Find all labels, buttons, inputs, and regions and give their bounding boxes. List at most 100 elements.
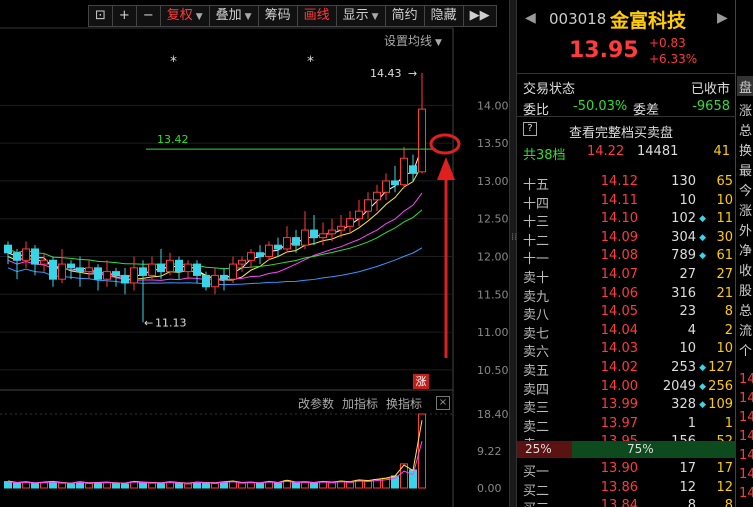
change-params-button[interactable]: 改参数 bbox=[298, 395, 334, 412]
high-price-marker: 14.43 bbox=[370, 67, 402, 80]
event-star-icon: * bbox=[307, 54, 314, 70]
candle-body bbox=[274, 244, 282, 250]
ma-settings-button[interactable]: 设置均线 ▼ bbox=[384, 32, 442, 49]
order-book-row[interactable]: 卖七 14.04 4 2 bbox=[517, 321, 736, 342]
candle-body bbox=[400, 157, 408, 186]
kline-chart[interactable]: 14.00 13.50 13.00 12.50 12.00 11.50 11.00 10.50… bbox=[0, 0, 509, 507]
side-strip-item: 14 bbox=[739, 486, 753, 501]
indicator-toolbar: 改参数 加指标 换指标 × bbox=[298, 395, 450, 412]
order-book-row[interactable]: 卖二 13.97 1 1 bbox=[517, 414, 736, 435]
order-book-row[interactable]: 买一 13.90 17 17 bbox=[517, 459, 736, 480]
full-book-button[interactable]: ? 查看完整档买卖盘 bbox=[517, 120, 736, 141]
order-book-row[interactable]: 十一 14.08 789 ◆ 61 bbox=[517, 246, 736, 267]
level-change: 30 bbox=[716, 229, 733, 245]
volume-bar bbox=[319, 481, 327, 489]
full-book-label[interactable]: 查看完整档买卖盘 bbox=[569, 122, 673, 141]
level-volume: 17 bbox=[679, 461, 696, 476]
hide-button[interactable]: 隐藏 bbox=[424, 5, 464, 27]
level-volume: 12 bbox=[679, 479, 696, 495]
level-price: 14.12 bbox=[600, 174, 638, 189]
volume-bar bbox=[85, 483, 93, 489]
level-change: 10 bbox=[716, 341, 733, 357]
candle-body bbox=[247, 252, 255, 261]
volume-bar bbox=[67, 483, 75, 489]
order-book-row[interactable]: 买三 13.84 8 8 bbox=[517, 496, 736, 507]
order-book-row[interactable]: 卖十 14.07 27 27 bbox=[517, 265, 736, 286]
side-tab-label[interactable]: 盘 bbox=[739, 77, 752, 96]
prev-stock-icon[interactable]: ◀ bbox=[525, 10, 536, 26]
order-book-row[interactable]: 卖八 14.05 23 8 bbox=[517, 302, 736, 323]
zoom-in-icon[interactable]: + bbox=[112, 5, 137, 27]
toolbar-button-label: ⊡ bbox=[95, 8, 106, 23]
order-book-row[interactable]: 十四 14.11 10 10 bbox=[517, 191, 736, 212]
side-strip-item: 涨 bbox=[739, 104, 753, 119]
level-price: 14.09 bbox=[600, 229, 638, 245]
candle-body bbox=[49, 259, 57, 280]
diamond-icon: ◆ bbox=[699, 381, 706, 392]
fullscreen-icon[interactable]: ⊡ bbox=[88, 5, 113, 27]
level-price: 14.00 bbox=[600, 378, 638, 394]
level-volume: 328 bbox=[671, 397, 696, 413]
close-icon[interactable]: × bbox=[436, 396, 450, 410]
diamond-icon: ◆ bbox=[699, 232, 706, 243]
level-price: 14.10 bbox=[600, 211, 638, 227]
simple-mode-button[interactable]: 简约 bbox=[385, 5, 425, 27]
level-change: 10 bbox=[716, 192, 733, 208]
add-indicator-button[interactable]: 加指标 bbox=[342, 395, 378, 412]
order-book-row[interactable]: 卖六 14.03 10 10 bbox=[517, 339, 736, 360]
level-volume: 304 bbox=[671, 229, 696, 245]
side-strip-item: 最 bbox=[739, 164, 753, 179]
order-book-row[interactable]: 卖九 14.06 316 21 bbox=[517, 284, 736, 305]
volume-bar bbox=[337, 481, 345, 489]
order-ratio-label: 委比 bbox=[523, 103, 550, 118]
candle-body bbox=[94, 267, 102, 280]
switch-indicator-button[interactable]: 换指标 bbox=[386, 395, 422, 412]
candle-body bbox=[346, 218, 354, 227]
volume-bar bbox=[4, 481, 12, 489]
price-tick-label: 13.50 bbox=[477, 137, 509, 150]
level-change: 8 bbox=[724, 498, 733, 507]
order-book-row[interactable]: 买二 13.86 12 12 bbox=[517, 478, 736, 499]
price-tick-label: 11.50 bbox=[477, 288, 509, 301]
help-icon[interactable]: ? bbox=[523, 122, 537, 136]
annotation-arrow-head bbox=[437, 157, 455, 180]
order-book-row[interactable]: 十二 14.09 304 ◆ 30 bbox=[517, 228, 736, 249]
high-arrow-icon: → bbox=[408, 67, 417, 80]
sell-ratio: 25% bbox=[517, 441, 572, 458]
candle-body bbox=[391, 180, 399, 186]
draw-line-button[interactable]: 画线 bbox=[297, 5, 337, 27]
pane-splitter[interactable]: ⁞⁞ bbox=[509, 0, 517, 507]
level-price: 14.05 bbox=[600, 304, 638, 320]
display-dropdown[interactable]: 显示 ▼ bbox=[336, 5, 386, 27]
order-book-row[interactable]: 卖五 14.02 253 ◆ 127 bbox=[517, 358, 736, 379]
order-book-row[interactable]: 十三 14.10 102 ◆ 11 bbox=[517, 209, 736, 230]
diamond-icon: ◆ bbox=[699, 251, 706, 262]
horizontal-line-label: 13.42 bbox=[157, 133, 189, 146]
adjust-price-dropdown[interactable]: 复权 ▼ bbox=[160, 5, 210, 27]
total-levels-price: 14.22 bbox=[587, 144, 625, 159]
volume-bar bbox=[76, 481, 84, 489]
low-arrow-icon: ← bbox=[144, 316, 153, 329]
overlay-dropdown[interactable]: 叠加 ▼ bbox=[209, 5, 259, 27]
toolbar-button-label: 隐藏 bbox=[430, 8, 457, 23]
volume-tick-label: 9.22 bbox=[477, 445, 502, 458]
candle-body bbox=[157, 263, 165, 273]
level-price: 13.84 bbox=[600, 498, 638, 507]
level-volume: 253 bbox=[671, 360, 696, 375]
chart-pane[interactable]: 14.00 13.50 13.00 12.50 12.00 11.50 11.00 10.50… bbox=[0, 0, 509, 507]
volume-ma-line bbox=[7, 420, 423, 484]
level-price: 14.07 bbox=[600, 267, 638, 282]
level-volume: 8 bbox=[687, 498, 696, 507]
expand-icon[interactable]: ▶▶ bbox=[463, 5, 497, 27]
chips-button[interactable]: 筹码 bbox=[258, 5, 298, 27]
order-book-row[interactable]: 十五 14.12 130 65 bbox=[517, 172, 736, 193]
order-book-row[interactable]: 卖三 13.99 328 ◆ 109 bbox=[517, 395, 736, 416]
event-star-icon: * bbox=[170, 54, 177, 70]
zoom-out-icon[interactable]: − bbox=[136, 5, 161, 27]
next-stock-icon[interactable]: ▶ bbox=[717, 10, 728, 26]
volume-bar bbox=[22, 481, 30, 489]
side-strip-item: 14 bbox=[739, 448, 753, 463]
order-book-row[interactable]: 卖四 14.00 2049 ◆ 256 bbox=[517, 377, 736, 398]
candle-body bbox=[148, 263, 156, 276]
side-strip-item: 14 bbox=[739, 372, 753, 387]
